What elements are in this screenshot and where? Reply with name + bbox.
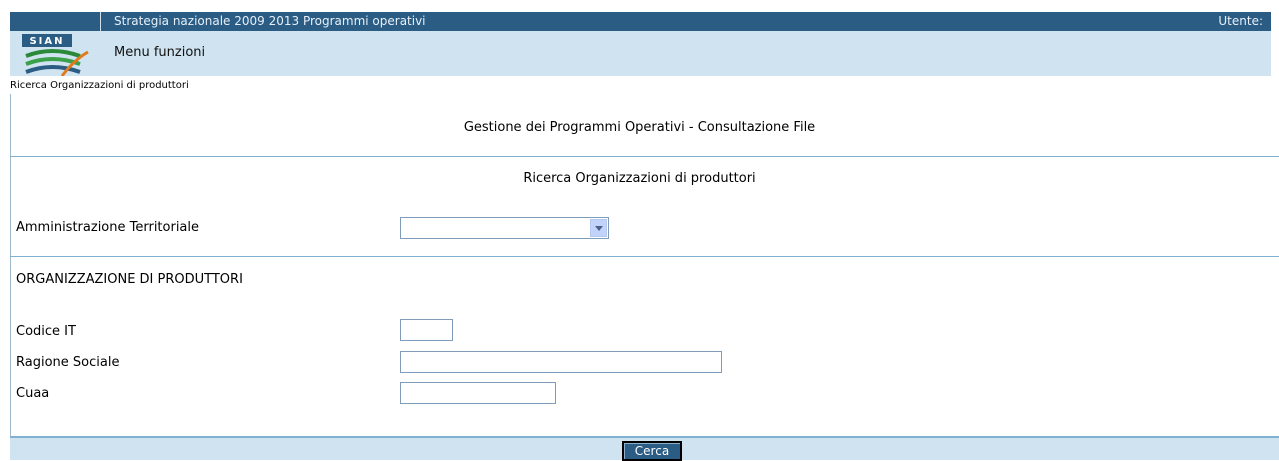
cuaa-label: Cuaa (16, 386, 50, 401)
page-title: Gestione dei Programmi Operativi - Consu… (463, 120, 816, 135)
ragione-sociale-label: Ragione Sociale (16, 355, 120, 370)
top-header-bar: Strategia nazionale 2009 2013 Programmi … (10, 12, 1271, 31)
user-label: Utente: (1218, 14, 1263, 28)
section-title: Ricerca Organizzazioni di produttori (523, 171, 756, 186)
left-border (10, 94, 11, 460)
menu-funzioni-link[interactable]: Menu funzioni (114, 45, 205, 60)
codice-it-label: Codice IT (16, 324, 76, 339)
header-logo-cell (10, 12, 101, 31)
sian-logo-icon: SIAN (22, 34, 89, 77)
divider (10, 256, 1279, 257)
breadcrumb: Ricerca Organizzazioni di produttori (10, 80, 189, 91)
codice-it-input[interactable] (400, 319, 453, 341)
amministrazione-label: Amministrazione Territoriale (16, 220, 200, 235)
svg-text:SIAN: SIAN (29, 36, 64, 47)
menu-bar: SIAN Menu funzioni (10, 31, 1271, 77)
sian-logo: SIAN (22, 34, 106, 77)
chevron-down-icon[interactable] (590, 219, 607, 237)
cuaa-input[interactable] (400, 382, 556, 404)
org-section-heading: ORGANIZZAZIONE DI PRODUTTORI (16, 272, 243, 287)
amministrazione-select[interactable] (400, 217, 609, 239)
ragione-sociale-input[interactable] (400, 351, 722, 373)
divider (10, 156, 1279, 157)
cerca-button[interactable]: Cerca (622, 441, 682, 461)
app-title: Strategia nazionale 2009 2013 Programmi … (114, 14, 426, 28)
